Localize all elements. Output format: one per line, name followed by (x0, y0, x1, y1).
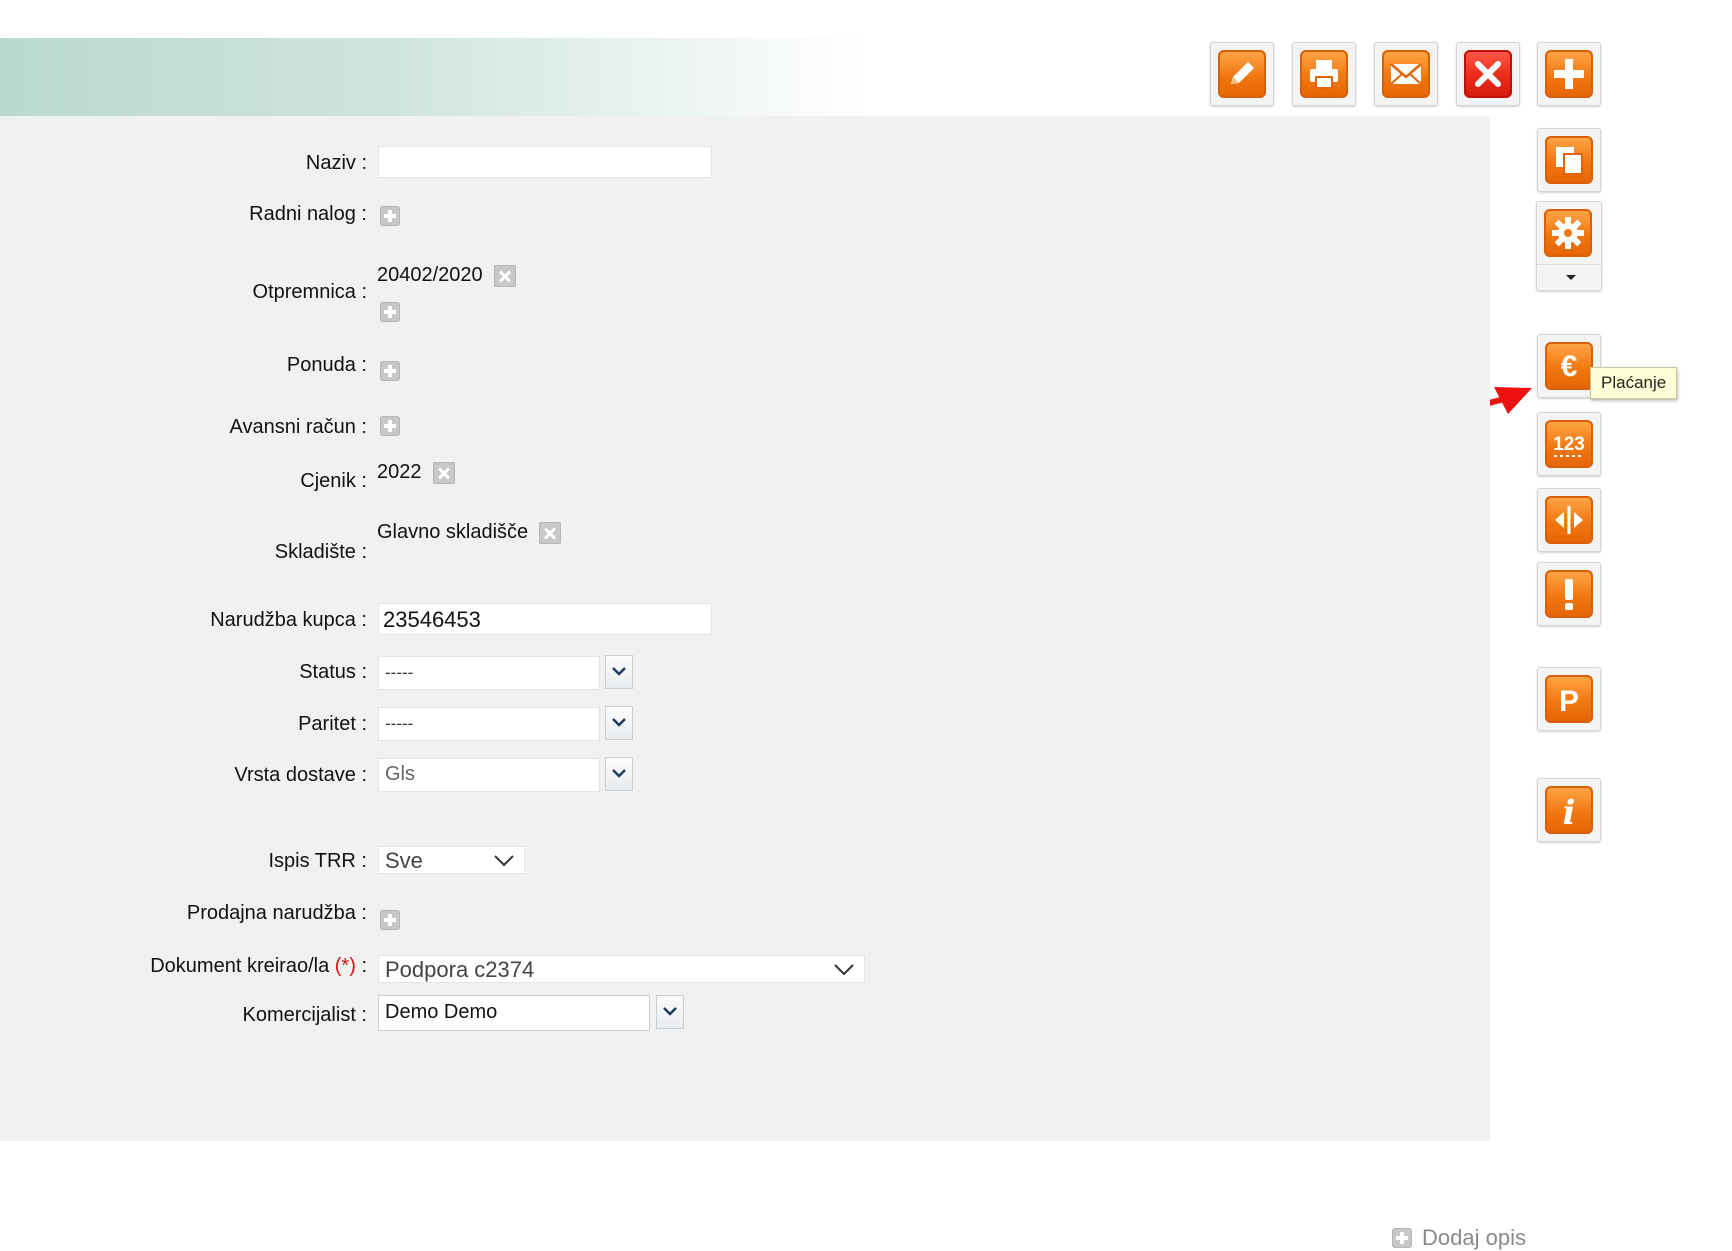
ispis-trr-value: Sve (385, 848, 423, 873)
cjenik-value: 2022 (377, 461, 422, 483)
add-description-icon[interactable] (1392, 1228, 1412, 1248)
mail-icon (1390, 63, 1422, 85)
add-avansni-racun-icon[interactable] (380, 416, 400, 436)
status-select[interactable]: ----- (378, 656, 600, 690)
chevron-down-icon (1566, 275, 1576, 280)
label-narudzba-kupca: Narudžba kupca : (210, 609, 367, 631)
required-mark: (*) (334, 955, 356, 977)
delete-icon (1475, 61, 1501, 87)
paritet-dropdown-button[interactable] (605, 706, 633, 740)
chevron-down-icon (612, 718, 626, 727)
chevron-down-icon (612, 769, 626, 778)
ispis-trr-select[interactable]: Sve (378, 846, 525, 874)
status-dropdown-button[interactable] (605, 655, 633, 689)
naziv-input[interactable] (378, 146, 712, 178)
numbers-icon: 123 (1553, 434, 1585, 457)
dokument-kreirao-value: Podpora c2374 (385, 957, 535, 982)
chevron-down-icon (494, 855, 514, 867)
settings-dropdown-button[interactable] (1536, 201, 1602, 291)
svg-text:P: P (1559, 685, 1579, 718)
label-naziv: Naziv : (305, 152, 367, 174)
p-button[interactable]: P (1537, 667, 1601, 731)
info-icon: i (1563, 793, 1576, 833)
svg-text:€: € (1561, 350, 1578, 383)
add-radni-nalog-icon[interactable] (380, 206, 400, 226)
add-ponuda-icon[interactable] (380, 361, 400, 381)
label-vrsta-dostave: Vrsta dostave : (234, 764, 367, 786)
edit-icon (1231, 62, 1254, 84)
chevron-down-icon (834, 964, 854, 976)
info-button[interactable]: i (1537, 778, 1601, 842)
dokument-kreirao-select[interactable]: Podpora c2374 (378, 955, 865, 983)
otpremnica-value: 20402/2020 (377, 264, 483, 286)
print-button[interactable] (1292, 42, 1356, 106)
skladiste-value: Glavno skladišče (377, 521, 529, 543)
chevron-down-icon (612, 667, 626, 676)
split-icon (1555, 506, 1583, 534)
vrsta-dostave-select[interactable]: Gls (378, 758, 600, 792)
svg-text:123: 123 (1553, 434, 1585, 455)
copy-icon (1556, 147, 1583, 175)
header-band (0, 38, 870, 116)
p-icon: P (1559, 685, 1579, 718)
label-status: Status : (299, 661, 367, 683)
narudzba-kupca-input[interactable]: 23546453 (378, 603, 712, 635)
label-radni-nalog: Radni nalog : (249, 203, 367, 225)
warning-button[interactable] (1537, 562, 1601, 626)
add-otpremnica-icon[interactable] (380, 302, 400, 322)
remove-otpremnica-icon[interactable] (494, 265, 516, 287)
remove-skladiste-icon[interactable] (539, 522, 561, 544)
label-paritet: Paritet : (298, 713, 367, 735)
komercijalist-dropdown-button[interactable] (656, 995, 684, 1029)
label-avansni-racun: Avansni račun : (229, 416, 368, 438)
split-button[interactable] (1537, 488, 1601, 552)
label-cjenik: Cjenik : (300, 470, 367, 492)
delete-button[interactable] (1456, 42, 1520, 106)
label-ponuda: Ponuda : (286, 354, 367, 376)
edit-button[interactable] (1210, 42, 1274, 106)
warning-icon (1565, 579, 1573, 610)
email-button[interactable] (1374, 42, 1438, 106)
svg-text:i: i (1563, 793, 1576, 833)
label-otpremnica: Otpremnica : (252, 281, 367, 303)
komercijalist-input[interactable]: Demo Demo (378, 995, 650, 1031)
remove-cjenik-icon[interactable] (433, 462, 455, 484)
label-dokument-kreirao: Dokument kreirao/la (*) : (150, 955, 367, 977)
chevron-down-icon (663, 1007, 677, 1016)
vrsta-dostave-dropdown-button[interactable] (605, 757, 633, 791)
tooltip: Plaćanje (1590, 367, 1678, 399)
print-icon (1310, 60, 1338, 89)
label-komercijalist: Komercijalist : (242, 1004, 367, 1026)
label-skladiste: Skladište : (274, 541, 367, 563)
add-prodajna-narudzba-icon[interactable] (380, 910, 400, 930)
add-button[interactable] (1537, 42, 1601, 106)
settings-icon (1552, 217, 1584, 249)
paritet-select[interactable]: ----- (378, 707, 600, 741)
label-prodajna-narudzba: Prodajna narudžba : (186, 902, 367, 924)
add-description-link[interactable]: Dodaj opis (1422, 1225, 1526, 1251)
euro-icon: € (1561, 350, 1578, 383)
copy-button[interactable] (1537, 128, 1601, 192)
add-icon (1554, 59, 1584, 89)
label-ispis-trr: Ispis TRR : (268, 850, 367, 872)
